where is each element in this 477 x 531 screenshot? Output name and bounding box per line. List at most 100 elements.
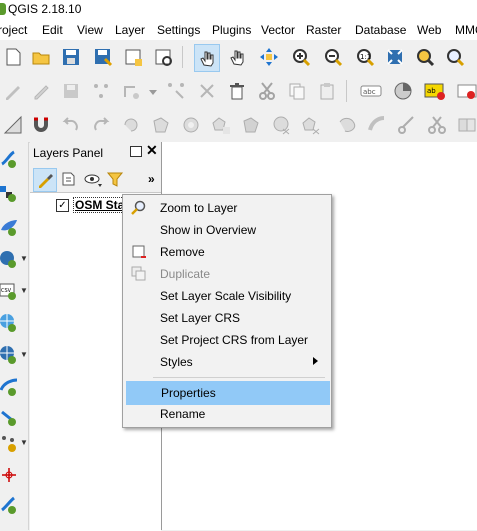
diagram-options-icon[interactable]	[392, 80, 414, 102]
menu-mmqgis[interactable]: MMQ	[455, 23, 477, 37]
advanced-digitizing-toolbar	[0, 108, 477, 143]
dropdown-arrow-icon[interactable]: ▼	[20, 286, 28, 295]
split-features-icon[interactable]	[396, 114, 418, 136]
fill-ring-icon[interactable]	[240, 114, 262, 136]
node-tool-icon[interactable]	[165, 80, 187, 102]
window-title: QGIS 2.18.10	[8, 2, 82, 16]
simplify-feature-icon[interactable]	[150, 114, 172, 136]
menu-item-set-project-crs-from-layer[interactable]: Set Project CRS from Layer	[126, 329, 328, 351]
add-raster-layer-icon[interactable]	[0, 184, 18, 202]
manage-layers-toolbar: ▼ CSV ▼ ▼ ▼	[0, 142, 29, 530]
add-csv-layer-icon[interactable]: CSV	[0, 282, 18, 300]
menu-item-properties[interactable]: Properties	[126, 381, 330, 405]
toggle-editing-icon[interactable]	[30, 80, 52, 102]
menu-item-rename[interactable]: Rename	[126, 403, 328, 425]
menu-project[interactable]: roject	[0, 23, 27, 37]
add-virtual-layer-icon[interactable]	[0, 496, 18, 514]
redo-icon[interactable]	[90, 114, 112, 136]
zoom-in-icon[interactable]	[290, 46, 312, 68]
close-panel-icon[interactable]: ✕	[146, 142, 158, 159]
zoom-out-icon[interactable]	[322, 46, 344, 68]
add-wfs-layer-icon[interactable]	[0, 378, 18, 396]
menu-item-remove[interactable]: Remove	[126, 241, 328, 263]
pin-labels-icon[interactable]	[456, 80, 477, 102]
svg-text:abc: abc	[363, 88, 376, 96]
zoom-actual-size-icon[interactable]: 1:1	[354, 46, 376, 68]
menu-database[interactable]: Database	[355, 23, 406, 37]
menu-item-set-layer-crs[interactable]: Set Layer CRS	[126, 307, 328, 329]
menu-settings[interactable]: Settings	[157, 23, 200, 37]
delete-part-icon[interactable]	[300, 114, 322, 136]
layer-visibility-checkbox[interactable]: ✓	[56, 199, 69, 212]
cut-features-icon[interactable]	[256, 80, 278, 102]
layer-name[interactable]: OSM Sta	[72, 197, 127, 213]
add-wcs-layer-icon[interactable]	[0, 346, 18, 364]
zoom-to-layer-icon[interactable]	[444, 46, 466, 68]
menu-item-label: Styles	[160, 355, 193, 369]
dropdown-arrow-icon[interactable]	[142, 80, 164, 102]
add-spatialite-layer-icon[interactable]	[0, 218, 18, 236]
menu-item-zoom-to-layer[interactable]: Zoom to Layer	[126, 197, 328, 219]
layers-panel-toolbar: »	[30, 166, 161, 192]
new-project-icon[interactable]	[2, 46, 24, 68]
add-ring-icon[interactable]	[180, 114, 202, 136]
merge-features-icon[interactable]	[456, 114, 477, 136]
menu-web[interactable]: Web	[417, 23, 441, 37]
menu-item-styles[interactable]: Styles	[126, 351, 328, 373]
copy-features-icon[interactable]	[286, 80, 308, 102]
menu-view[interactable]: View	[77, 23, 103, 37]
open-layer-styling-icon[interactable]	[33, 168, 57, 192]
menu-layer[interactable]: Layer	[115, 23, 145, 37]
save-project-icon[interactable]	[60, 46, 82, 68]
magnet-snapping-icon[interactable]	[30, 114, 52, 136]
menu-raster[interactable]: Raster	[306, 23, 341, 37]
dropdown-arrow-icon[interactable]: ▼	[20, 438, 28, 447]
float-panel-icon[interactable]	[130, 146, 142, 157]
dropdown-arrow-icon[interactable]: ▼	[20, 254, 28, 263]
filter-legend-icon[interactable]	[104, 168, 126, 190]
add-delimited-layer-icon[interactable]	[0, 408, 18, 426]
add-part-icon[interactable]	[210, 114, 232, 136]
delete-ring-icon[interactable]	[270, 114, 292, 136]
advanced-digitizing-icon[interactable]	[2, 114, 24, 136]
reshape-features-icon[interactable]	[336, 114, 358, 136]
add-vector-layer-icon[interactable]	[0, 150, 18, 168]
delete-selected-icon[interactable]	[196, 80, 218, 102]
current-edits-icon[interactable]	[2, 80, 24, 102]
dropdown-arrow-icon[interactable]: ▼	[20, 350, 28, 359]
menu-edit[interactable]: Edit	[42, 23, 63, 37]
new-gps-layer-icon[interactable]	[0, 466, 18, 484]
layer-labeling-icon[interactable]: abc	[360, 80, 382, 102]
menu-separator	[153, 377, 325, 378]
save-layer-edits-icon[interactable]	[60, 80, 82, 102]
menu-plugins[interactable]: Plugins	[212, 23, 251, 37]
pan-map-icon[interactable]	[226, 46, 248, 68]
menu-item-show-in-overview[interactable]: Show in Overview	[126, 219, 328, 241]
pan-to-selection-icon[interactable]	[258, 46, 280, 68]
trash-icon[interactable]	[226, 80, 248, 102]
menu-vector[interactable]: Vector	[261, 23, 295, 37]
menu-item-set-layer-scale-visibility[interactable]: Set Layer Scale Visibility	[126, 285, 328, 307]
zoom-to-selection-icon[interactable]	[414, 46, 436, 68]
paste-features-icon[interactable]	[316, 80, 338, 102]
add-group-icon[interactable]	[58, 168, 80, 190]
undo-icon[interactable]	[60, 114, 82, 136]
composer-manager-icon[interactable]	[152, 46, 174, 68]
offset-curve-icon[interactable]	[366, 114, 388, 136]
add-wms-layer-icon[interactable]	[0, 314, 18, 332]
manage-visibility-icon[interactable]	[82, 168, 104, 190]
zoom-full-icon[interactable]	[384, 46, 406, 68]
rotate-feature-icon[interactable]	[120, 114, 142, 136]
move-feature-icon[interactable]	[120, 80, 142, 102]
menu-item-duplicate: Duplicate	[126, 263, 328, 285]
save-as-icon[interactable]	[92, 46, 114, 68]
new-layer-icon[interactable]	[0, 434, 18, 452]
new-print-composer-icon[interactable]	[122, 46, 144, 68]
split-parts-icon[interactable]	[426, 114, 448, 136]
add-postgis-layer-icon[interactable]	[0, 250, 18, 268]
open-project-icon[interactable]	[30, 46, 52, 68]
highlight-pinned-labels-icon[interactable]: ab	[424, 80, 446, 102]
more-tools-button[interactable]: »	[148, 172, 155, 186]
add-feature-icon[interactable]	[90, 80, 112, 102]
touch-zoom-pan-icon[interactable]	[194, 44, 220, 72]
